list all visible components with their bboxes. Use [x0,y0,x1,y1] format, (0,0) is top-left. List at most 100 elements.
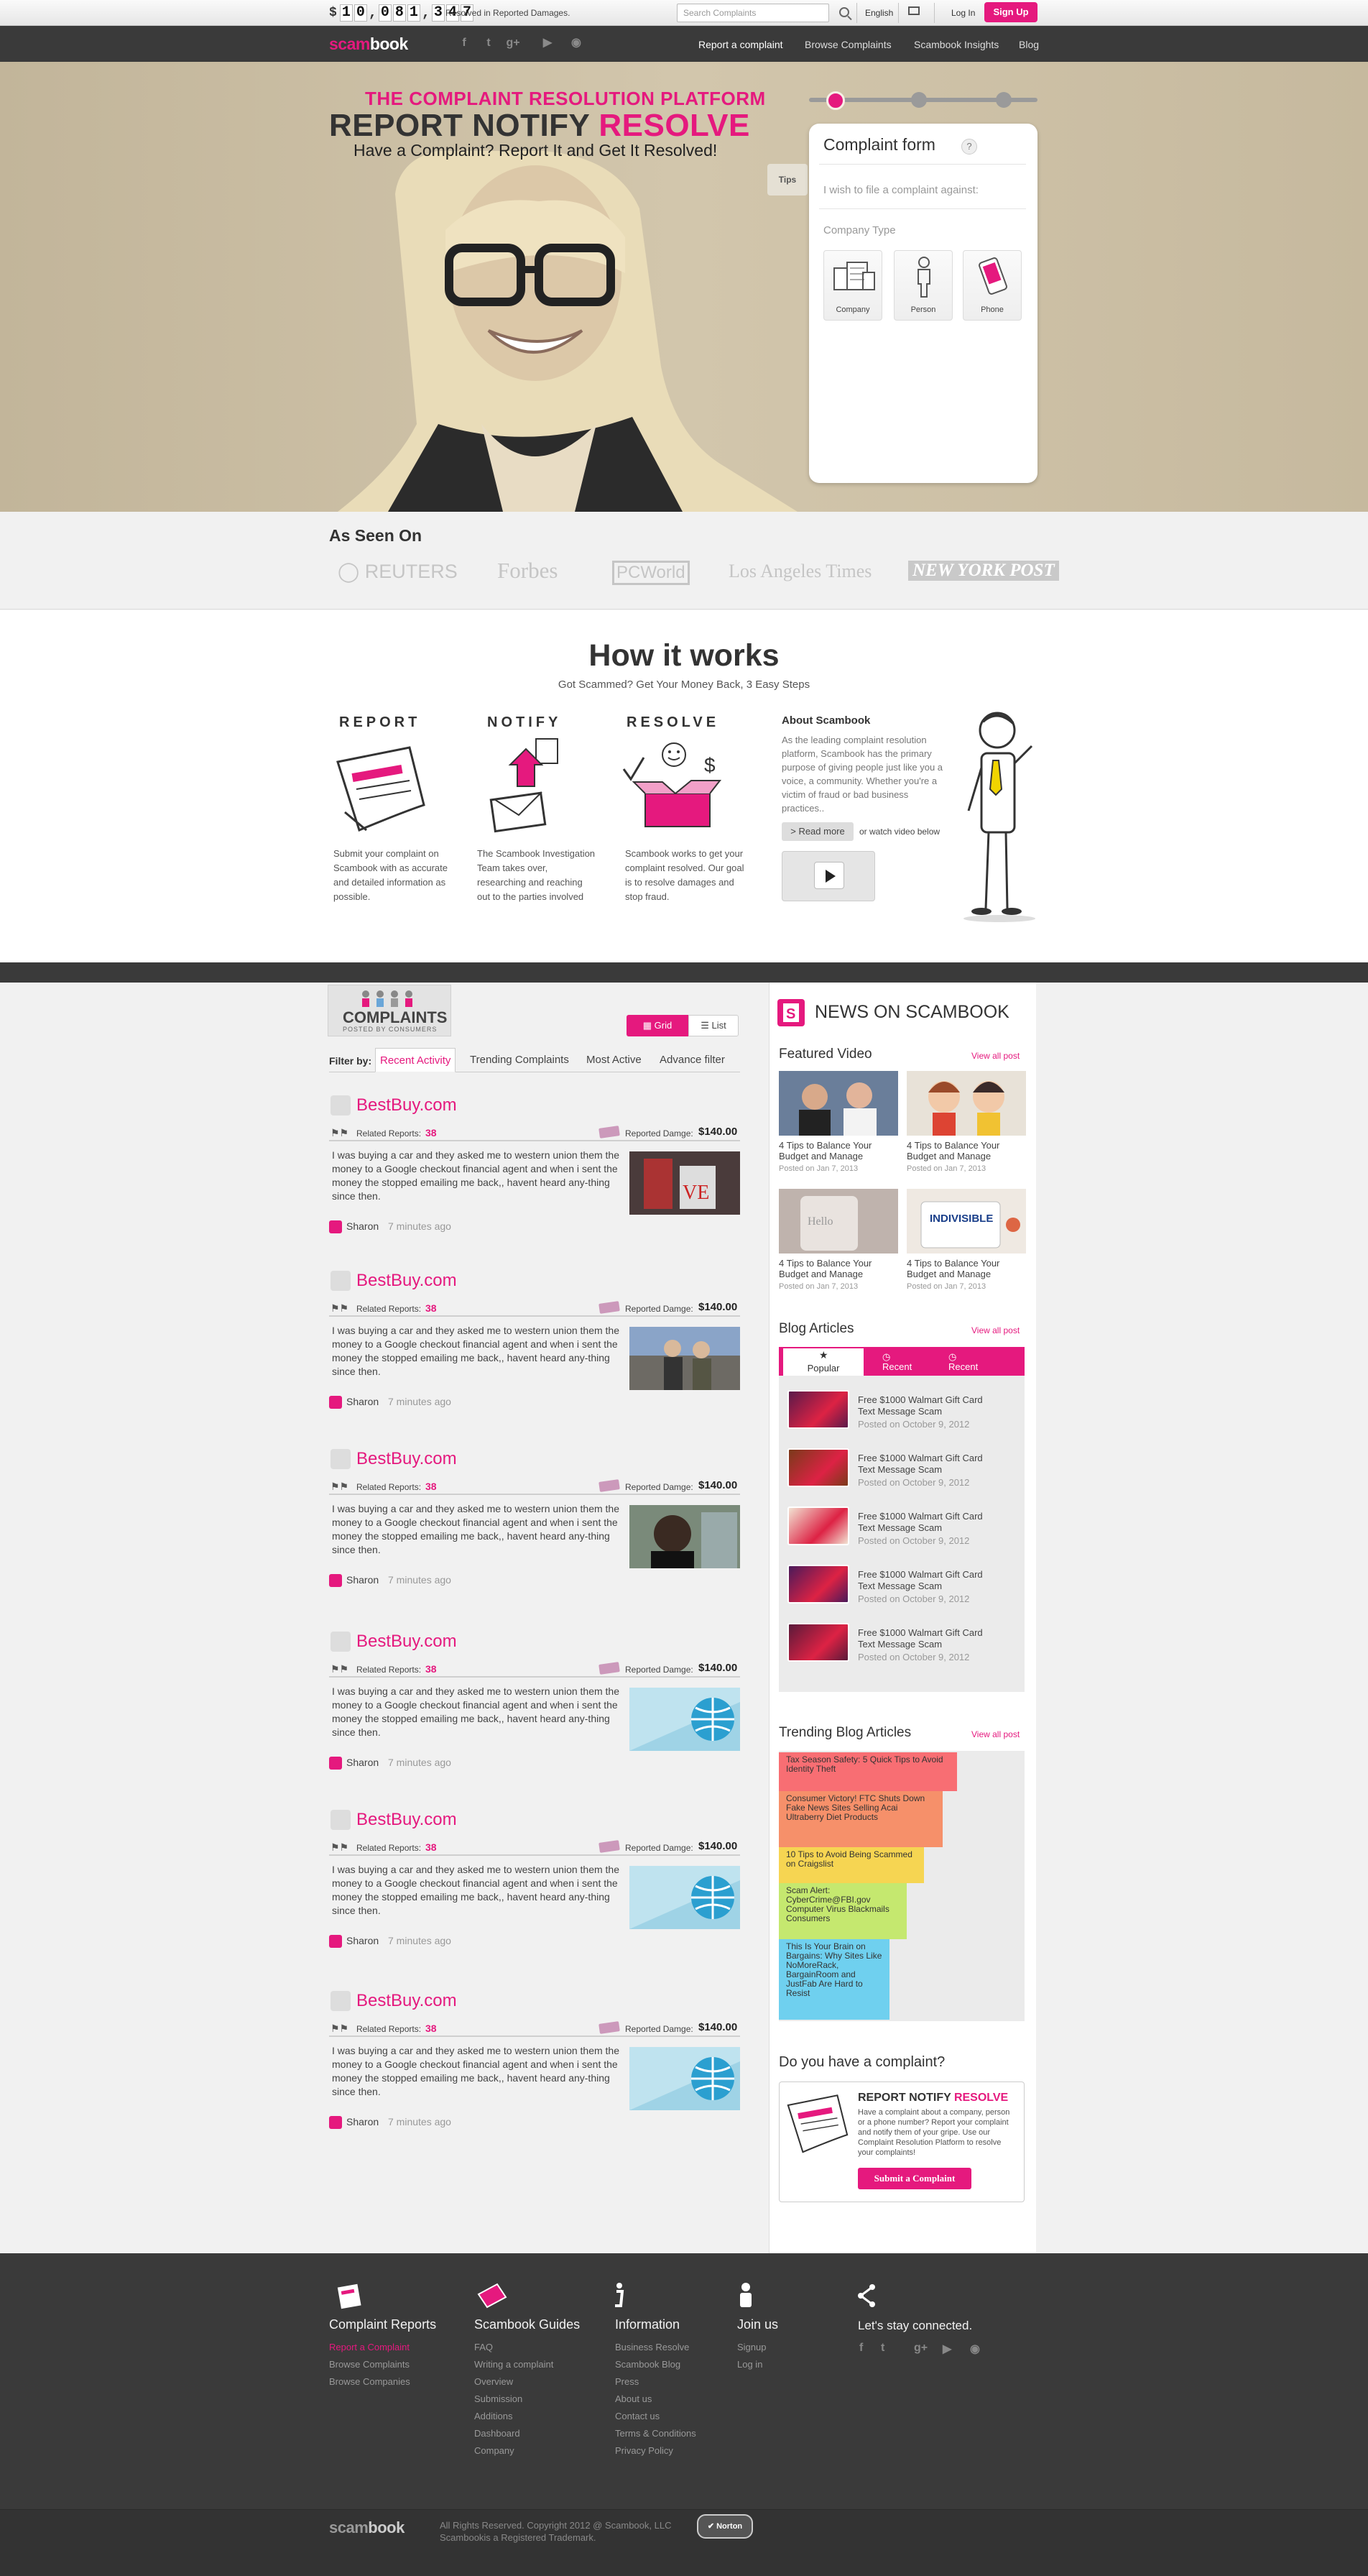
filter-advance[interactable]: Advance filter [660,1048,725,1072]
search-icon[interactable] [839,7,849,17]
play-icon[interactable] [814,862,844,889]
footer-link[interactable]: Browse Complaints [329,2356,410,2373]
login-link[interactable]: Log In [951,8,975,18]
footer-link[interactable]: Contact us [615,2408,660,2425]
scambook-logo[interactable]: scambook [329,34,408,54]
google-plus-icon[interactable]: g+ [914,2342,928,2355]
twitter-icon[interactable]: t [481,36,496,50]
footer-link[interactable]: Terms & Conditions [615,2425,696,2442]
progress-step-2[interactable] [911,92,927,108]
globe-icon[interactable]: ◉ [569,36,583,50]
filter-trending-complaints[interactable]: Trending Complaints [470,1048,569,1072]
complaint-user[interactable]: Sharon [346,1220,379,1232]
filter-recent-activity[interactable]: Recent Activity [375,1048,456,1072]
video-thumbnail[interactable]: Hello [779,1189,898,1254]
blog-title[interactable]: Free $1000 Walmart Gift Card Text Messag… [858,1569,1002,1592]
video-thumbnail[interactable]: INDIVISIBLE [907,1189,1026,1254]
footer-link[interactable]: Log in [737,2356,762,2373]
complaint-company-link[interactable]: BestBuy.com [356,1271,457,1291]
view-all-trending-link[interactable]: View all post [971,1729,1020,1739]
footer-link[interactable]: Browse Companies [329,2373,410,2391]
video-title[interactable]: 4 Tips to Balance Your Budget and Manage [907,1258,1027,1279]
tips-tab[interactable]: Tips [767,164,808,196]
nav-blog[interactable]: Blog [1019,39,1039,50]
monitor-icon[interactable] [908,6,920,15]
complaint-user[interactable]: Sharon [346,1396,379,1407]
search-input[interactable]: Search Complaints [677,4,829,22]
type-phone-option[interactable]: Phone [963,250,1022,321]
tab-recent[interactable]: Recent [882,1361,912,1372]
related-reports-count[interactable]: 38 [425,1663,437,1675]
complaint-company-link[interactable]: BestBuy.com [356,1632,457,1652]
complaint-company-link[interactable]: BestBuy.com [356,1810,457,1830]
footer-link[interactable]: Dashboard [474,2425,520,2442]
complaint-thumbnail[interactable] [629,1327,740,1390]
blog-thumbnail[interactable] [787,1565,849,1604]
type-company-option[interactable]: Company [823,250,882,321]
video-thumbnail[interactable] [907,1071,1026,1136]
globe-icon[interactable]: ◉ [970,2342,980,2356]
progress-step-1[interactable] [826,91,845,110]
youtube-icon[interactable]: ▶ [540,36,555,50]
footer-link[interactable]: Report a Complaint [329,2339,410,2356]
google-plus-icon[interactable]: g+ [506,36,520,50]
footer-link[interactable]: FAQ [474,2339,493,2356]
complaint-company-link[interactable]: BestBuy.com [356,1449,457,1469]
nav-browse-complaints[interactable]: Browse Complaints [805,39,892,50]
complaint-thumbnail[interactable]: VE [629,1151,740,1215]
footer-link[interactable]: Writing a complaint [474,2356,553,2373]
trending-article-link[interactable]: Consumer Victory! FTC Shuts Down Fake Ne… [779,1791,943,1847]
view-all-blog-link[interactable]: View all post [971,1325,1020,1335]
trending-article-link[interactable]: Scam Alert: CyberCrime@FBI.gov Computer … [779,1883,907,1939]
footer-link[interactable]: About us [615,2391,652,2408]
complaint-thumbnail[interactable] [629,1688,740,1751]
blog-title[interactable]: Free $1000 Walmart Gift Card Text Messag… [858,1511,1002,1534]
view-all-videos-link[interactable]: View all post [971,1051,1020,1061]
type-person-option[interactable]: Person [894,250,953,321]
blog-thumbnail[interactable] [787,1448,849,1487]
nav-report-complaint[interactable]: Report a complaint [698,39,783,50]
video-thumbnail[interactable] [779,1071,898,1136]
blog-thumbnail[interactable] [787,1390,849,1429]
tab-popular[interactable]: ★ Popular [783,1348,864,1376]
blog-title[interactable]: Free $1000 Walmart Gift Card Text Messag… [858,1453,1002,1476]
footer-link[interactable]: Overview [474,2373,513,2391]
filter-most-active[interactable]: Most Active [586,1048,642,1072]
related-reports-count[interactable]: 38 [425,1127,437,1138]
grid-view-button[interactable]: ▦ Grid [627,1015,688,1036]
video-title[interactable]: 4 Tips to Balance Your Budget and Manage [779,1140,900,1162]
help-icon[interactable]: ? [961,139,977,155]
footer-link[interactable]: Company [474,2442,514,2460]
trending-article-link[interactable]: This Is Your Brain on Bargains: Why Site… [779,1939,889,2020]
youtube-icon[interactable]: ▶ [943,2342,951,2356]
footer-logo[interactable]: scambook [329,2518,405,2537]
complaint-thumbnail[interactable] [629,1505,740,1568]
footer-link[interactable]: Privacy Policy [615,2442,673,2460]
related-reports-count[interactable]: 38 [425,1302,437,1314]
footer-link[interactable]: Submission [474,2391,522,2408]
blog-title[interactable]: Free $1000 Walmart Gift Card Text Messag… [858,1394,1002,1417]
related-reports-count[interactable]: 38 [425,2023,437,2034]
trending-article-link[interactable]: 10 Tips to Avoid Being Scammed on Craigs… [779,1847,924,1883]
facebook-icon[interactable]: f [457,36,471,50]
complaint-company-link[interactable]: BestBuy.com [356,1991,457,2011]
nav-scambook-insights[interactable]: Scambook Insights [914,39,999,50]
blog-title[interactable]: Free $1000 Walmart Gift Card Text Messag… [858,1627,1002,1650]
complaint-company-link[interactable]: BestBuy.com [356,1095,457,1116]
complaint-thumbnail[interactable] [629,2047,740,2110]
related-reports-count[interactable]: 38 [425,1841,437,1853]
complaint-user[interactable]: Sharon [346,1935,379,1946]
read-more-button[interactable]: > Read more [782,822,854,841]
signup-button[interactable]: Sign Up [984,2,1037,22]
complaint-thumbnail[interactable] [629,1866,740,1929]
blog-thumbnail[interactable] [787,1506,849,1545]
footer-link[interactable]: Business Resolve [615,2339,689,2356]
blog-thumbnail[interactable] [787,1623,849,1662]
progress-step-3[interactable] [996,92,1012,108]
footer-link[interactable]: Scambook Blog [615,2356,680,2373]
complaint-user[interactable]: Sharon [346,1757,379,1768]
list-view-button[interactable]: ☰ List [688,1015,739,1036]
footer-link[interactable]: Additions [474,2408,512,2425]
footer-link[interactable]: Press [615,2373,639,2391]
related-reports-count[interactable]: 38 [425,1481,437,1492]
